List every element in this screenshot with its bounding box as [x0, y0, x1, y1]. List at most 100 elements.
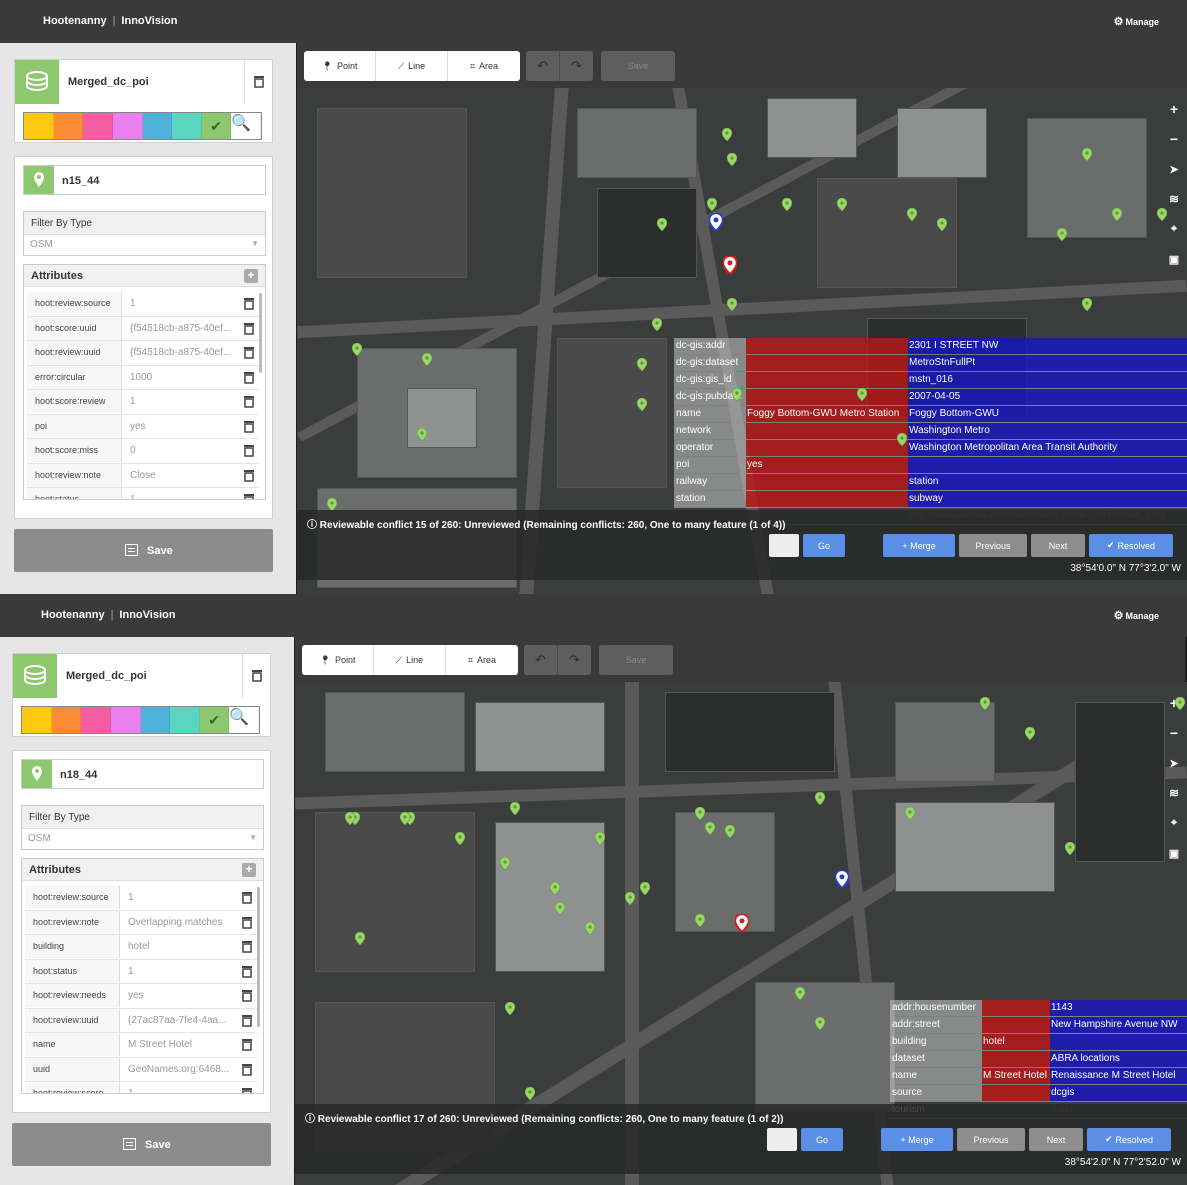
- poi-marker[interactable]: [555, 902, 565, 915]
- color-swatch-teal[interactable]: [172, 113, 202, 139]
- poi-marker[interactable]: [652, 318, 662, 331]
- measure-button[interactable]: ⌖: [1161, 808, 1187, 838]
- color-swatch-teal[interactable]: [170, 707, 200, 733]
- trash-icon[interactable]: [241, 940, 253, 953]
- poi-marker[interactable]: [422, 353, 432, 366]
- poi-marker[interactable]: [505, 1002, 515, 1015]
- trash-icon[interactable]: [243, 469, 255, 482]
- trash-icon[interactable]: [241, 1038, 253, 1051]
- attribute-key[interactable]: hoot:review:note: [27, 463, 122, 487]
- poi-marker[interactable]: [1082, 298, 1092, 311]
- attribute-value[interactable]: 1: [127, 292, 233, 315]
- review-feature-marker[interactable]: [735, 914, 749, 932]
- trash-icon[interactable]: [243, 444, 255, 457]
- poi-marker[interactable]: [727, 298, 737, 311]
- locate-button[interactable]: ➤: [1161, 154, 1187, 184]
- poi-marker[interactable]: [625, 892, 635, 905]
- poi-marker[interactable]: [725, 825, 735, 838]
- trash-icon[interactable]: [241, 1014, 253, 1027]
- trash-icon[interactable]: [241, 1063, 253, 1076]
- attribute-value[interactable]: yes: [125, 984, 231, 1007]
- poi-marker[interactable]: [782, 198, 792, 211]
- color-swatch-pink[interactable]: [83, 113, 113, 139]
- poi-marker[interactable]: [815, 792, 825, 805]
- poi-marker[interactable]: [705, 822, 715, 835]
- trash-icon[interactable]: [241, 916, 253, 929]
- poi-marker[interactable]: [837, 198, 847, 211]
- trash-icon[interactable]: [241, 891, 253, 904]
- attribute-value[interactable]: 1: [125, 1082, 231, 1093]
- attribute-key[interactable]: hoot:score:review: [27, 390, 122, 413]
- trash-icon[interactable]: [243, 395, 255, 408]
- attribute-key[interactable]: hoot:review:uuid: [25, 1008, 120, 1032]
- poi-marker[interactable]: [1025, 727, 1035, 740]
- attribute-key[interactable]: hoot:status: [27, 488, 122, 499]
- attribute-value[interactable]: M Street Hotel: [125, 1033, 231, 1056]
- poi-marker[interactable]: [637, 398, 647, 411]
- poi-marker[interactable]: [727, 153, 737, 166]
- color-swatch-green-selected[interactable]: ✔: [199, 707, 230, 733]
- point-tool-button[interactable]: 📍︎ Point: [304, 51, 376, 81]
- poi-marker[interactable]: [595, 832, 605, 845]
- poi-marker[interactable]: [695, 914, 705, 927]
- trash-icon[interactable]: [241, 989, 253, 1002]
- poi-marker[interactable]: [455, 832, 465, 845]
- review-feature-marker[interactable]: [709, 213, 723, 231]
- resolved-button[interactable]: ✔ Resolved: [1089, 534, 1173, 557]
- previous-button[interactable]: Previous: [957, 1128, 1025, 1151]
- manage-button[interactable]: ⚙ Manage: [1114, 609, 1159, 622]
- sidebar-save-button[interactable]: Save: [12, 1123, 271, 1166]
- attribute-scrollbar[interactable]: [259, 293, 262, 373]
- poi-marker[interactable]: [1057, 228, 1067, 241]
- attribute-key[interactable]: building: [25, 935, 120, 958]
- delete-layer-button[interactable]: [244, 60, 272, 104]
- add-attribute-button[interactable]: +: [244, 269, 258, 283]
- poi-marker[interactable]: [722, 128, 732, 141]
- poi-marker[interactable]: [795, 987, 805, 1000]
- point-tool-button[interactable]: 📍︎ Point: [302, 645, 374, 675]
- poi-marker[interactable]: [1065, 842, 1075, 855]
- filter-type-select[interactable]: OSM ▼: [24, 235, 265, 256]
- attribute-key[interactable]: name: [25, 1033, 120, 1056]
- trash-icon[interactable]: [243, 297, 255, 310]
- merge-button[interactable]: + Merge: [881, 1128, 953, 1151]
- poi-marker[interactable]: [897, 433, 907, 446]
- poi-marker[interactable]: [352, 343, 362, 356]
- go-button[interactable]: Go: [801, 1128, 843, 1151]
- color-swatch-orange[interactable]: [51, 707, 82, 733]
- attribute-key[interactable]: poi: [27, 414, 122, 438]
- poi-marker[interactable]: [355, 932, 365, 945]
- poi-marker[interactable]: [732, 388, 742, 401]
- poi-marker[interactable]: [1175, 697, 1185, 710]
- poi-marker[interactable]: [640, 882, 650, 895]
- attribute-key[interactable]: hoot:review:needs: [25, 984, 120, 1007]
- area-tool-button[interactable]: ⌗ Area: [448, 51, 520, 81]
- attribute-value[interactable]: hotel: [125, 935, 231, 958]
- color-swatch-pink[interactable]: [81, 707, 111, 733]
- poi-marker[interactable]: [525, 1087, 535, 1100]
- poi-marker[interactable]: [1082, 148, 1092, 161]
- attribute-value[interactable]: {f54518cb-a875-40ef...: [127, 341, 233, 364]
- color-swatch-orange[interactable]: [53, 113, 84, 139]
- attribute-scrollbar[interactable]: [257, 887, 260, 1027]
- redo-button[interactable]: ↷: [558, 645, 591, 675]
- trash-icon[interactable]: [243, 420, 255, 433]
- zoom-in-button[interactable]: +: [1161, 94, 1187, 124]
- poi-marker[interactable]: [585, 922, 595, 935]
- color-swatch-yellow[interactable]: [24, 113, 54, 139]
- review-jump-input[interactable]: [767, 1128, 797, 1151]
- trash-icon[interactable]: [243, 322, 255, 335]
- redo-button[interactable]: ↷: [560, 51, 593, 81]
- toolbar-save-button[interactable]: Save: [599, 645, 673, 675]
- previous-button[interactable]: Previous: [959, 534, 1027, 557]
- attribute-value[interactable]: GeoNames.org:6468...: [125, 1058, 231, 1081]
- attribute-key[interactable]: uuid: [25, 1057, 120, 1081]
- attribute-value[interactable]: {27ac87aa-7fe4-4aa...: [125, 1009, 231, 1032]
- next-button[interactable]: Next: [1029, 1128, 1083, 1151]
- poi-marker[interactable]: [980, 697, 990, 710]
- attribute-key[interactable]: hoot:review:source: [27, 292, 122, 315]
- poi-marker[interactable]: [905, 807, 915, 820]
- poi-marker[interactable]: [707, 198, 717, 211]
- zoom-out-button[interactable]: −: [1161, 718, 1187, 748]
- attribute-value[interactable]: Close: [127, 464, 233, 487]
